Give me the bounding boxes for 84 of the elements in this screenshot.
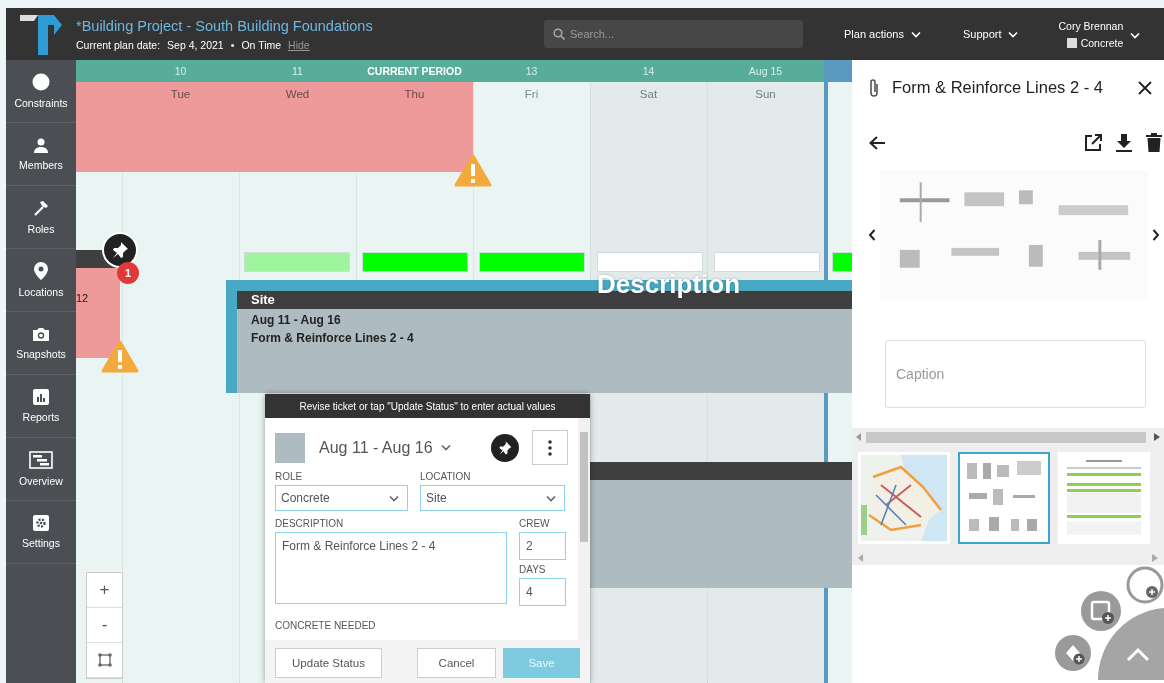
warning-icon [454, 154, 492, 188]
download-button[interactable] [1116, 133, 1132, 152]
pin-button[interactable] [491, 433, 519, 462]
project-title: *Building Project - South Building Foundations [76, 17, 374, 34]
delete-button[interactable] [1146, 133, 1162, 152]
role-swatch [1066, 37, 1077, 48]
scroll-right-icon[interactable] [1154, 433, 1160, 441]
role-label: ROLE [275, 471, 304, 482]
search-field[interactable]: Search... [544, 20, 803, 48]
location-pin-icon [34, 262, 48, 280]
period-label: 14 [641, 64, 656, 79]
period-label: 13 [524, 64, 539, 79]
plan-date: Sep 4, 2021 [167, 38, 224, 51]
warning-icon [101, 340, 139, 374]
day-label: Tue [169, 87, 192, 102]
crew-label: CREW [519, 518, 551, 529]
bar-chart-icon [33, 389, 49, 405]
caret-icon [546, 494, 556, 502]
ticket-description: Form & Reinforce Lines 2 - 4 [250, 331, 415, 345]
crew-field[interactable]: 2 [519, 532, 566, 560]
color-swatch[interactable] [275, 432, 305, 463]
scrollbar[interactable] [866, 431, 1146, 443]
description-field[interactable]: Form & Reinforce Lines 2 - 4 [275, 532, 507, 604]
fit-icon [96, 652, 113, 668]
count-badge: 1 [117, 262, 139, 284]
description-label: DESCRIPTION [275, 518, 345, 529]
menu-button[interactable]: Plan actions [844, 28, 921, 40]
overview-icon [29, 451, 53, 469]
collapse-button[interactable] [1098, 608, 1164, 683]
open-external-button[interactable] [1084, 133, 1102, 152]
pushpin-icon [497, 439, 513, 456]
hide-link[interactable]: Hide [288, 38, 310, 51]
user-name: Cory Brennan [1058, 19, 1124, 32]
date-range-dropdown[interactable]: Aug 11 - Aug 16 [319, 438, 451, 457]
dialog-button[interactable]: Update Status [275, 648, 382, 678]
panel-title: Form & Reinforce Lines 2 - 4 [892, 78, 1104, 97]
caret-icon [910, 30, 921, 38]
person-icon [33, 137, 49, 153]
period-label: 10 [173, 64, 188, 79]
camera-icon [32, 326, 50, 342]
caret-icon [440, 444, 451, 451]
back-button[interactable] [868, 134, 886, 151]
more-button[interactable] [532, 430, 568, 465]
days-label: DAYS [519, 564, 547, 575]
days-field[interactable]: 4 [519, 578, 566, 606]
schedule-status: On Time [241, 38, 282, 51]
search-icon [553, 28, 565, 40]
concrete-needed-label: CONCRETE NEEDED [275, 620, 377, 631]
role-dropdown[interactable]: Concrete [275, 485, 408, 511]
settings-icon [33, 515, 49, 531]
plan-date-label: Current plan date: [76, 38, 161, 51]
caption-field[interactable]: Caption [885, 340, 1146, 408]
caret-icon [389, 494, 399, 502]
day-label: Sun [754, 87, 777, 102]
period-label: Aug 15 [747, 64, 784, 79]
previous-button[interactable] [868, 229, 876, 241]
location-dropdown[interactable]: Site [420, 485, 565, 511]
menu-button[interactable]: Support [962, 28, 1019, 40]
ticket-label: 12 [76, 292, 89, 304]
next-button[interactable] [1152, 229, 1160, 241]
ticket[interactable] [590, 462, 852, 588]
day-label: Sat [638, 87, 659, 102]
caret-icon [1130, 32, 1141, 39]
location-label: LOCATION [420, 471, 472, 482]
period-label: 11 [291, 64, 304, 79]
separator-dot: • [230, 38, 235, 51]
dialog-banner: Revise ticket or tap "Update Status" to enter actual values [265, 394, 590, 418]
kebab-icon [548, 439, 552, 456]
period-label: CURRENT PERIOD [366, 64, 463, 79]
user-role: Concrete [1080, 36, 1124, 49]
logo[interactable] [18, 13, 64, 55]
ticket-dates: Aug 11 - Aug 16 [250, 313, 342, 327]
scrollbar[interactable] [578, 418, 590, 640]
day-label: Wed [284, 87, 311, 102]
day-label: Thu [403, 87, 426, 102]
day-label: Fri [523, 87, 540, 102]
circle-icon [32, 73, 50, 91]
paperclip-icon [868, 77, 880, 98]
caret-icon [1008, 30, 1019, 38]
dialog-button[interactable]: Cancel [417, 648, 496, 678]
pin-button[interactable] [102, 232, 138, 268]
close-button[interactable] [1138, 80, 1152, 95]
hammer-icon [32, 199, 50, 217]
pushpin-icon [110, 240, 130, 260]
